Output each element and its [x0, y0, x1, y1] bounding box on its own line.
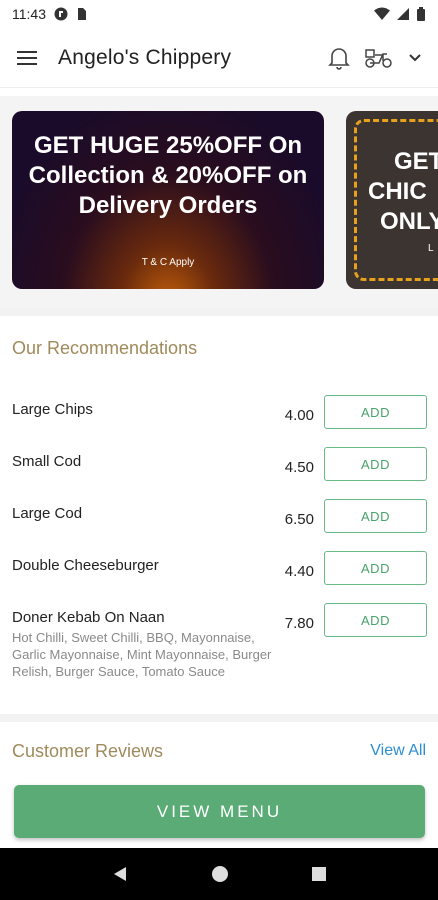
wifi-icon: [374, 7, 390, 20]
recommendations-title: Our Recommendations: [12, 338, 198, 358]
app-bar: Angelo's Chippery: [0, 28, 438, 88]
promo-banner-line-3: ONLY: [380, 208, 438, 235]
status-bar: 11:43: [0, 0, 438, 28]
section-divider: [0, 308, 438, 316]
sim-card-icon: [78, 8, 86, 20]
app-bar-actions: [328, 46, 422, 70]
back-icon[interactable]: [111, 865, 129, 883]
item-price: 4.00: [284, 407, 314, 424]
add-button[interactable]: ADD: [324, 603, 427, 637]
item-name: Small Cod: [12, 453, 82, 470]
scooter-icon[interactable]: [364, 47, 394, 69]
item-name: Large Chips: [12, 401, 93, 418]
promo-banner-collection-offer[interactable]: GET HUGE 25%OFF On Collection & 20%OFF o…: [12, 111, 324, 289]
item-price: 4.40: [284, 563, 314, 580]
home-icon[interactable]: [211, 865, 229, 883]
bell-icon[interactable]: [328, 46, 350, 70]
status-time: 11:43: [12, 6, 46, 22]
app-notification-icon: [54, 7, 68, 21]
promo-banner-chicken-offer[interactable]: GET CHIC ONLY L: [346, 111, 438, 289]
item-price: 6.50: [284, 511, 314, 528]
item-name: Large Cod: [12, 505, 83, 522]
add-button[interactable]: ADD: [324, 551, 427, 585]
item-description: Hot Chilli, Sweet Chilli, BBQ, Mayonnais…: [12, 630, 272, 679]
signal-icon: [397, 8, 409, 20]
view-menu-button[interactable]: VIEW MENU: [14, 785, 425, 838]
section-divider: [0, 714, 438, 722]
chevron-down-icon[interactable]: [408, 53, 422, 63]
recents-icon[interactable]: [311, 866, 327, 882]
add-button[interactable]: ADD: [324, 395, 427, 429]
item-price: 4.50: [284, 459, 314, 476]
add-button[interactable]: ADD: [324, 499, 427, 533]
item-name: Double Cheeseburger: [12, 557, 159, 574]
page-title: Angelo's Chippery: [58, 45, 232, 69]
system-nav-bar: [0, 848, 438, 900]
reviews-title: Customer Reviews: [12, 741, 164, 761]
promo-banner-terms: T & C Apply: [141, 257, 195, 268]
promo-carousel[interactable]: GET HUGE 25%OFF On Collection & 20%OFF o…: [0, 96, 438, 308]
promo-banner-headline: GET HUGE 25%OFF On Collection & 20%OFF o…: [28, 132, 308, 219]
promo-banner-line-2: CHIC: [368, 178, 427, 205]
add-button[interactable]: ADD: [324, 447, 427, 481]
promo-banner-headline-2: GET CHIC ONLY: [368, 147, 438, 237]
promo-banner-footnote-2: L: [428, 243, 434, 254]
item-name: Doner Kebab On Naan: [12, 609, 165, 626]
promo-banner-line-1: GET: [394, 148, 438, 175]
battery-icon: [417, 7, 425, 21]
view-all-reviews-link[interactable]: View All: [370, 742, 426, 760]
menu-icon[interactable]: [16, 50, 38, 66]
item-price: 7.80: [284, 615, 314, 632]
